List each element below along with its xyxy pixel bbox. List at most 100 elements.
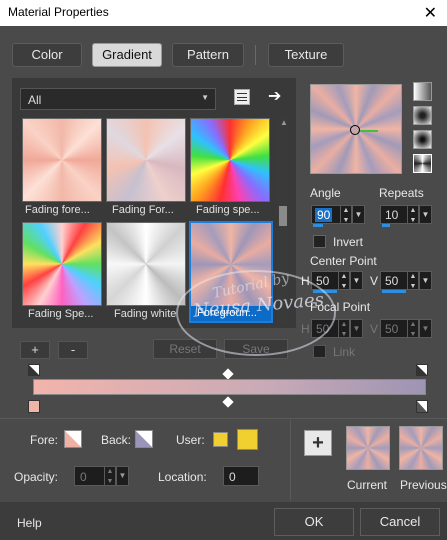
location-label: Location:	[158, 470, 207, 484]
gradient-thumb-fading-foreground[interactable]: Fading fore...	[22, 118, 102, 216]
add-gradient-button[interactable]: +	[20, 341, 50, 359]
center-point-label: Center Point	[310, 254, 377, 268]
gradient-thumb-fading-spectrum[interactable]: Fading spe...	[190, 118, 270, 216]
chevron-down-icon[interactable]: ▼	[350, 272, 362, 289]
center-v-stepper[interactable]: ▲ ▼	[407, 272, 419, 290]
tab-gradient[interactable]: Gradient	[92, 43, 162, 67]
chevron-down-icon[interactable]: ▼	[419, 206, 431, 223]
thumb-label: Fading For...	[112, 204, 174, 216]
remove-gradient-button[interactable]: -	[58, 341, 88, 359]
invert-checkbox[interactable]	[313, 235, 326, 248]
thumb-image	[190, 118, 270, 202]
repeats-value: 10	[385, 208, 399, 222]
center-v-label: V	[370, 274, 379, 288]
user-label: User:	[176, 433, 205, 447]
arrow-right-icon[interactable]: ➔	[268, 86, 281, 106]
focal-v-label: V	[370, 322, 379, 336]
back-swatch-fill	[136, 431, 152, 447]
category-value: All	[28, 93, 42, 107]
fore-swatch-fill	[65, 431, 81, 447]
center-v-field[interactable]: 50 ▲ ▼ ▼	[380, 271, 432, 290]
thumb-label: Fading fore...	[25, 204, 90, 216]
angle-handle[interactable]	[360, 130, 378, 132]
thumb-image	[22, 222, 102, 306]
thumb-label: Fading Spe...	[28, 308, 94, 320]
opacity-label: Opacity:	[14, 470, 59, 484]
add-to-swatches-button[interactable]: +	[304, 430, 332, 456]
tab-pattern[interactable]: Pattern	[172, 43, 244, 67]
chevron-down-icon[interactable]: ▼	[350, 320, 362, 337]
back-label: Back:	[101, 433, 132, 447]
title-bar: Material Properties ✕	[0, 0, 447, 26]
angle-value: 90	[315, 208, 333, 222]
end-stop-icon[interactable]	[416, 400, 428, 413]
focal-v-field[interactable]: 50 ▲ ▼ ▼	[380, 319, 432, 338]
thumb-image	[106, 222, 186, 306]
opacity-stepper[interactable]: ▲ ▼	[104, 467, 116, 485]
chevron-down-icon[interactable]: ▼	[419, 272, 431, 289]
scroll-up-icon[interactable]: ▲	[280, 118, 288, 127]
tab-color[interactable]: Color	[12, 43, 82, 67]
gradient-preview[interactable]	[310, 84, 402, 174]
thumb-label: Fading spe...	[196, 204, 260, 216]
scroll-thumb[interactable]	[279, 206, 287, 226]
close-icon[interactable]: ✕	[424, 3, 437, 23]
gradient-strip[interactable]	[33, 379, 426, 395]
window-title: Material Properties	[8, 5, 109, 19]
angle-label: Angle	[310, 186, 341, 200]
repeats-stepper[interactable]: ▲ ▼	[407, 206, 419, 224]
location-field[interactable]: 0	[223, 466, 259, 486]
repeats-slider-fill[interactable]	[382, 224, 390, 227]
swatch-divider	[290, 420, 291, 500]
invert-label: Invert	[333, 235, 364, 249]
center-crosshair-icon[interactable]	[350, 125, 360, 135]
angle-slider-fill[interactable]	[313, 224, 323, 227]
user-swatch-small[interactable]	[213, 432, 228, 447]
tab-divider	[255, 45, 256, 65]
gradient-thumb-fading-white[interactable]: Fading white	[106, 222, 186, 320]
tab-texture[interactable]: Texture	[268, 43, 344, 67]
start-stop-icon[interactable]	[28, 400, 40, 413]
chevron-down-icon[interactable]: ▼	[352, 206, 364, 223]
focal-v-value: 50	[385, 322, 399, 336]
chevron-down-icon: ▼	[201, 93, 209, 102]
ok-button[interactable]: OK	[274, 508, 354, 536]
angle-stepper[interactable]: ▲ ▼	[340, 206, 352, 224]
chevron-down-icon[interactable]: ▼	[116, 467, 128, 485]
repeats-field[interactable]: 10 ▲ ▼ ▼	[380, 205, 432, 224]
repeats-label: Repeats	[379, 186, 424, 200]
back-marker-icon[interactable]	[416, 364, 428, 376]
thumb-image	[106, 118, 186, 202]
rectangular-style-icon[interactable]	[413, 106, 432, 125]
back-swatch[interactable]	[135, 430, 153, 448]
gradient-thumb-fading-spectrum-2[interactable]: Fading Spe...	[22, 222, 102, 320]
user-swatch[interactable]	[237, 429, 258, 450]
center-h-stepper[interactable]: ▲ ▼	[338, 272, 350, 290]
focal-v-stepper[interactable]: ▲ ▼	[407, 320, 419, 338]
center-v-slider-fill[interactable]	[382, 290, 406, 293]
help-button[interactable]: Help	[17, 516, 42, 530]
link-checkbox[interactable]	[313, 345, 326, 358]
focal-h-stepper[interactable]: ▲ ▼	[338, 320, 350, 338]
center-v-value: 50	[385, 274, 399, 288]
angle-field[interactable]: 90 ▲ ▼ ▼	[311, 205, 365, 224]
thumb-label: Fading white	[114, 308, 177, 320]
gradient-thumb-fading-for[interactable]: Fading For...	[106, 118, 186, 216]
location-value: 0	[229, 470, 236, 484]
chevron-down-icon[interactable]: ▼	[419, 320, 431, 337]
sunburst-style-icon[interactable]	[413, 130, 432, 149]
fore-swatch[interactable]	[64, 430, 82, 448]
list-view-icon[interactable]	[234, 89, 250, 105]
section-divider	[0, 418, 447, 419]
opacity-field[interactable]: 0 ▲ ▼ ▼	[74, 466, 129, 486]
fore-marker-icon[interactable]	[28, 364, 40, 376]
previous-swatch[interactable]	[399, 426, 443, 470]
category-dropdown[interactable]: All ▼	[20, 88, 216, 110]
linear-style-icon[interactable]	[413, 82, 432, 101]
current-label: Current	[347, 478, 388, 492]
radial-style-icon[interactable]	[413, 154, 432, 173]
link-label: Link	[333, 345, 356, 359]
previous-label: Previous	[400, 478, 447, 492]
cancel-button[interactable]: Cancel	[360, 508, 440, 536]
current-swatch[interactable]	[346, 426, 390, 470]
